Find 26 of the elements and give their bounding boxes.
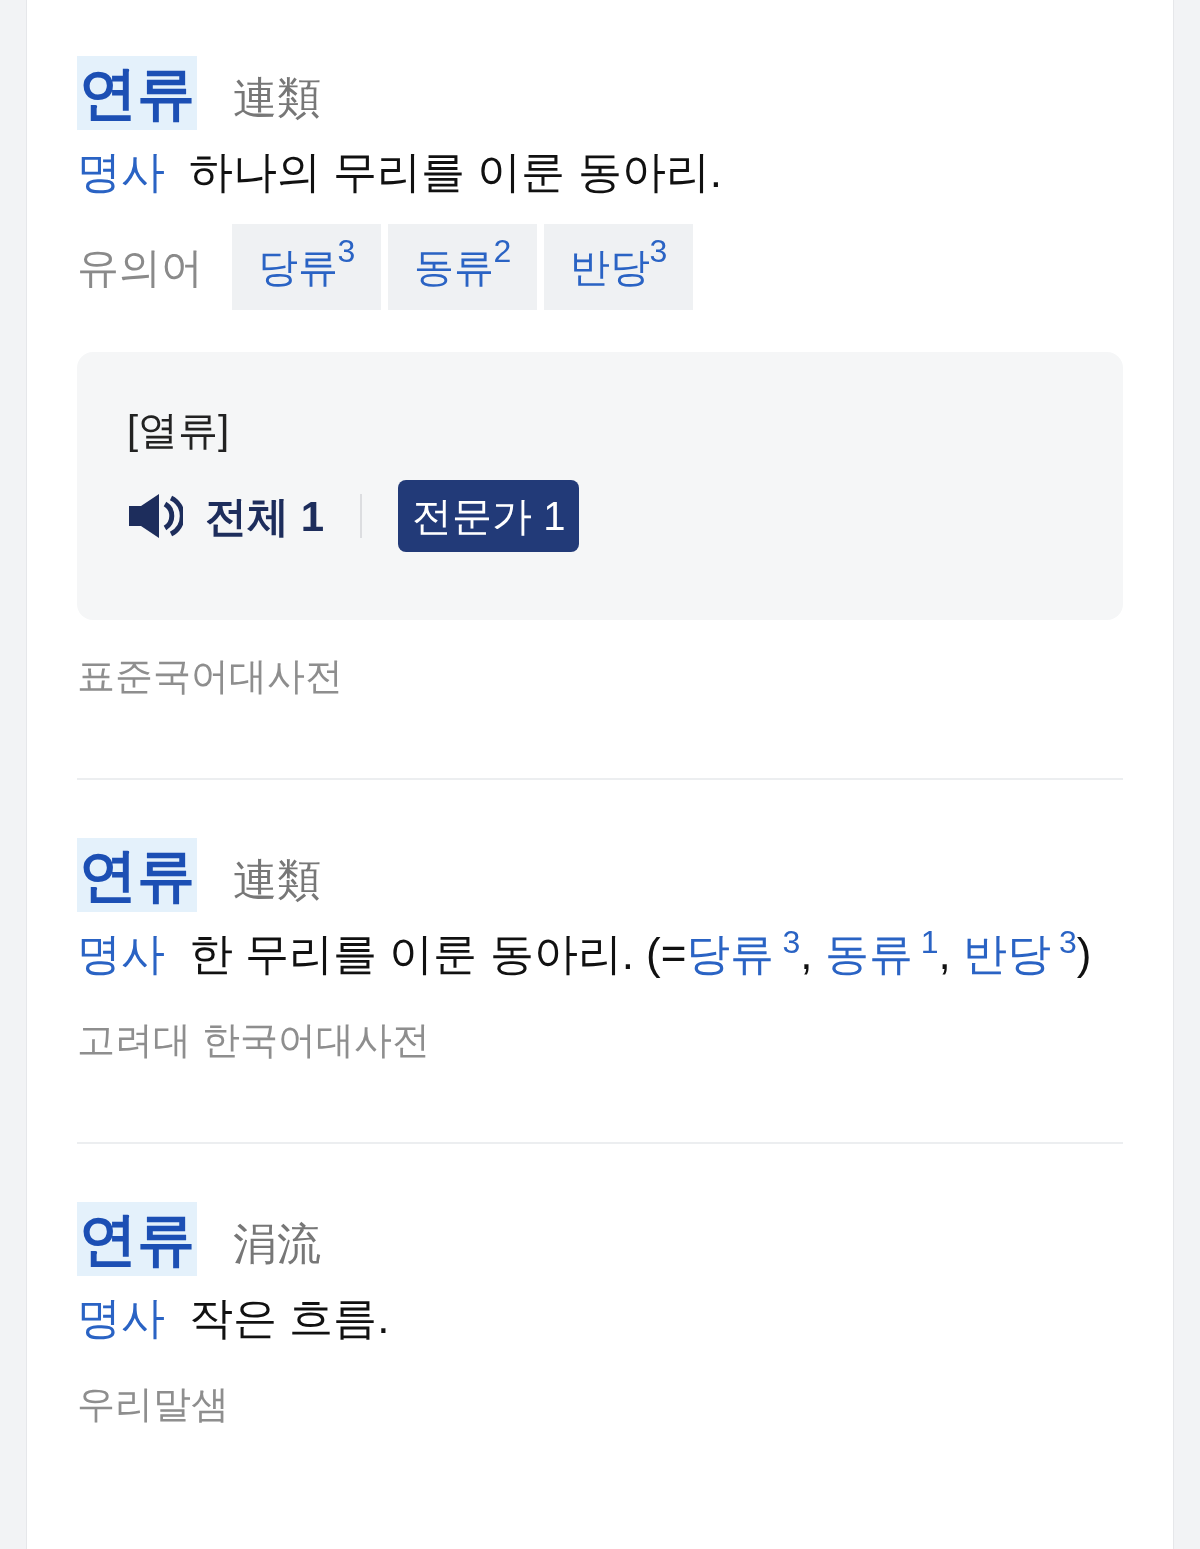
source-label: 고려대 한국어대사전: [77, 1018, 431, 1063]
synonym-chip[interactable]: 반당$^{3}$: [544, 224, 693, 310]
source-label: 우리말샘: [77, 1382, 230, 1427]
word-link[interactable]: 반당 $^{3}$: [963, 929, 1077, 978]
definition-text: 한 무리를 이룬 동아리. (=당류 $^{3}$, 동류 $^{1}$, 반당 $^{3}$): [189, 924, 1092, 980]
synonym-label: 유의어: [77, 242, 203, 293]
synonym-chip[interactable]: 당류$^{3}$: [232, 224, 381, 310]
headword: 연류: [77, 838, 197, 912]
expert-button[interactable]: 전문가 1: [398, 480, 580, 552]
part-of-speech: 명사: [77, 1292, 165, 1344]
speaker-icon: [127, 492, 183, 540]
definition-text: 작은 흐름.: [189, 1292, 390, 1344]
word-link[interactable]: 당류 $^{3}$: [686, 929, 801, 978]
play-all-button[interactable]: 전체 1: [127, 484, 325, 548]
part-of-speech: 명사: [77, 146, 165, 198]
hanja-text: 連類: [233, 72, 321, 124]
headword: 연류: [77, 1202, 197, 1276]
word-link[interactable]: 동류 $^{1}$: [824, 929, 939, 978]
part-of-speech: 명사: [77, 928, 165, 980]
source-label: 표준국어대사전: [77, 654, 344, 699]
hanja-text: 涓流: [233, 1218, 321, 1270]
synonym-chip[interactable]: 동류$^{2}$: [388, 224, 537, 310]
headword: 연류: [77, 56, 197, 130]
pronunciation-text: [열류]: [127, 407, 231, 454]
definition-text: 하나의 무리를 이룬 동아리.: [189, 146, 722, 198]
hanja-text: 連類: [233, 854, 321, 906]
